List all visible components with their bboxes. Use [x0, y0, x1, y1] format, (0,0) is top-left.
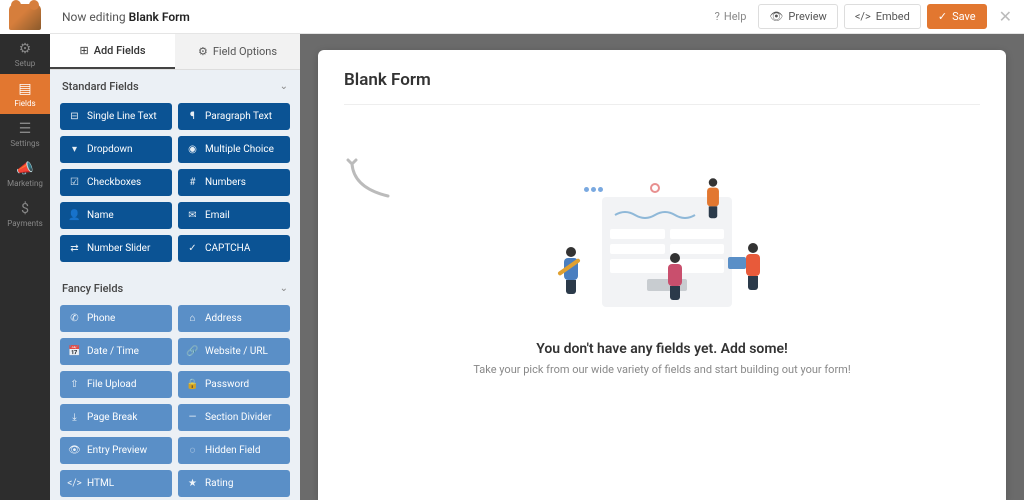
- field-password[interactable]: 🔒Password: [178, 371, 290, 398]
- sidebar-tabs: ⊞Add Fields ⚙Field Options: [50, 34, 300, 70]
- radio-icon: ◉: [187, 144, 198, 155]
- field-rating[interactable]: ★Rating: [178, 470, 290, 497]
- logo[interactable]: [0, 0, 50, 34]
- field-html[interactable]: </>HTML: [60, 470, 172, 497]
- slider-icon: ⇄: [69, 243, 80, 254]
- field-file-upload[interactable]: ⇧File Upload: [60, 371, 172, 398]
- lock-icon: 🔒: [187, 379, 198, 390]
- tab-field-options[interactable]: ⚙Field Options: [175, 34, 300, 69]
- help-link[interactable]: ?Help: [715, 10, 747, 23]
- fields-sidebar: ⊞Add Fields ⚙Field Options Standard Fiel…: [50, 34, 300, 500]
- field-address[interactable]: ⌂Address: [178, 305, 290, 332]
- eye-icon: 👁: [769, 10, 783, 23]
- plus-grid-icon: ⊞: [79, 44, 88, 57]
- empty-illustration: [552, 175, 772, 325]
- rail-settings[interactable]: ☰Settings: [0, 114, 50, 154]
- gear-icon: ⚙: [19, 41, 32, 57]
- sliders-icon: ☰: [19, 121, 32, 137]
- empty-state: You don't have any fields yet. Add some!…: [344, 175, 980, 376]
- close-icon: ✕: [999, 7, 1012, 26]
- field-multiple-choice[interactable]: ◉Multiple Choice: [178, 136, 290, 163]
- field-checkboxes[interactable]: ☑Checkboxes: [60, 169, 172, 196]
- save-button[interactable]: ✓Save: [927, 4, 987, 29]
- field-hidden-field[interactable]: ◌Hidden Field: [178, 437, 290, 464]
- tab-add-fields[interactable]: ⊞Add Fields: [50, 34, 175, 69]
- section-fancy-fields[interactable]: Fancy Fields⌄: [50, 272, 300, 305]
- standard-fields-grid: ⊟Single Line Text ¶Paragraph Text ▾Dropd…: [50, 103, 300, 272]
- phone-icon: ✆: [69, 313, 80, 324]
- topbar: Now editing Blank Form ?Help 👁Preview </…: [50, 0, 1024, 34]
- check-icon: ✓: [938, 10, 947, 23]
- left-rail: ⚙Setup ▤Fields ☰Settings 📣Marketing $Pay…: [0, 0, 50, 500]
- help-icon: ?: [715, 10, 720, 23]
- hash-icon: #: [187, 177, 198, 188]
- chevron-down-icon: ⌄: [280, 81, 288, 92]
- field-page-break[interactable]: ⤓Page Break: [60, 404, 172, 431]
- megaphone-icon: 📣: [16, 161, 33, 177]
- code-icon: </>: [855, 10, 871, 23]
- field-single-line-text[interactable]: ⊟Single Line Text: [60, 103, 172, 130]
- field-phone[interactable]: ✆Phone: [60, 305, 172, 332]
- star-icon: ★: [187, 478, 198, 489]
- eye-icon: 👁: [69, 445, 80, 456]
- home-icon: ⌂: [187, 313, 198, 324]
- empty-text: Take your pick from our wide variety of …: [473, 363, 850, 376]
- embed-button[interactable]: </>Embed: [844, 4, 921, 29]
- field-number-slider[interactable]: ⇄Number Slider: [60, 235, 172, 262]
- rail-setup[interactable]: ⚙Setup: [0, 34, 50, 74]
- field-captcha[interactable]: ✓CAPTCHA: [178, 235, 290, 262]
- text-icon: ⊟: [69, 111, 80, 122]
- hint-arrow-icon: [346, 158, 392, 202]
- shield-icon: ✓: [187, 243, 198, 254]
- field-numbers[interactable]: #Numbers: [178, 169, 290, 196]
- field-paragraph-text[interactable]: ¶Paragraph Text: [178, 103, 290, 130]
- user-icon: 👤: [69, 210, 80, 221]
- envelope-icon: ✉: [187, 210, 198, 221]
- rail-fields[interactable]: ▤Fields: [0, 74, 50, 114]
- paragraph-icon: ¶: [187, 111, 198, 122]
- chevron-down-icon: ⌄: [280, 283, 288, 294]
- form-canvas[interactable]: Blank Form: [318, 50, 1006, 500]
- field-entry-preview[interactable]: 👁Entry Preview: [60, 437, 172, 464]
- field-section-divider[interactable]: —Section Divider: [178, 404, 290, 431]
- page-break-icon: ⤓: [69, 412, 80, 423]
- calendar-icon: 📅: [69, 346, 80, 357]
- upload-icon: ⇧: [69, 379, 80, 390]
- sliders-icon: ⚙: [198, 45, 208, 58]
- hidden-icon: ◌: [187, 445, 198, 456]
- editing-label: Now editing Blank Form: [62, 10, 190, 24]
- fields-icon: ▤: [18, 81, 31, 97]
- preview-button[interactable]: 👁Preview: [758, 4, 837, 29]
- field-name[interactable]: 👤Name: [60, 202, 172, 229]
- code-icon: </>: [69, 478, 80, 489]
- close-button[interactable]: ✕: [999, 7, 1012, 26]
- field-email[interactable]: ✉Email: [178, 202, 290, 229]
- field-website-url[interactable]: 🔗Website / URL: [178, 338, 290, 365]
- link-icon: 🔗: [187, 346, 198, 357]
- rail-marketing[interactable]: 📣Marketing: [0, 154, 50, 194]
- dollar-icon: $: [21, 201, 29, 217]
- dropdown-icon: ▾: [69, 144, 80, 155]
- checkbox-icon: ☑: [69, 177, 80, 188]
- field-dropdown[interactable]: ▾Dropdown: [60, 136, 172, 163]
- section-standard-fields[interactable]: Standard Fields⌄: [50, 70, 300, 103]
- fancy-fields-grid: ✆Phone ⌂Address 📅Date / Time 🔗Website / …: [50, 305, 300, 500]
- form-title: Blank Form: [344, 70, 980, 105]
- empty-heading: You don't have any fields yet. Add some!: [536, 341, 788, 357]
- field-date-time[interactable]: 📅Date / Time: [60, 338, 172, 365]
- divider-icon: —: [187, 412, 198, 423]
- rail-payments[interactable]: $Payments: [0, 194, 50, 234]
